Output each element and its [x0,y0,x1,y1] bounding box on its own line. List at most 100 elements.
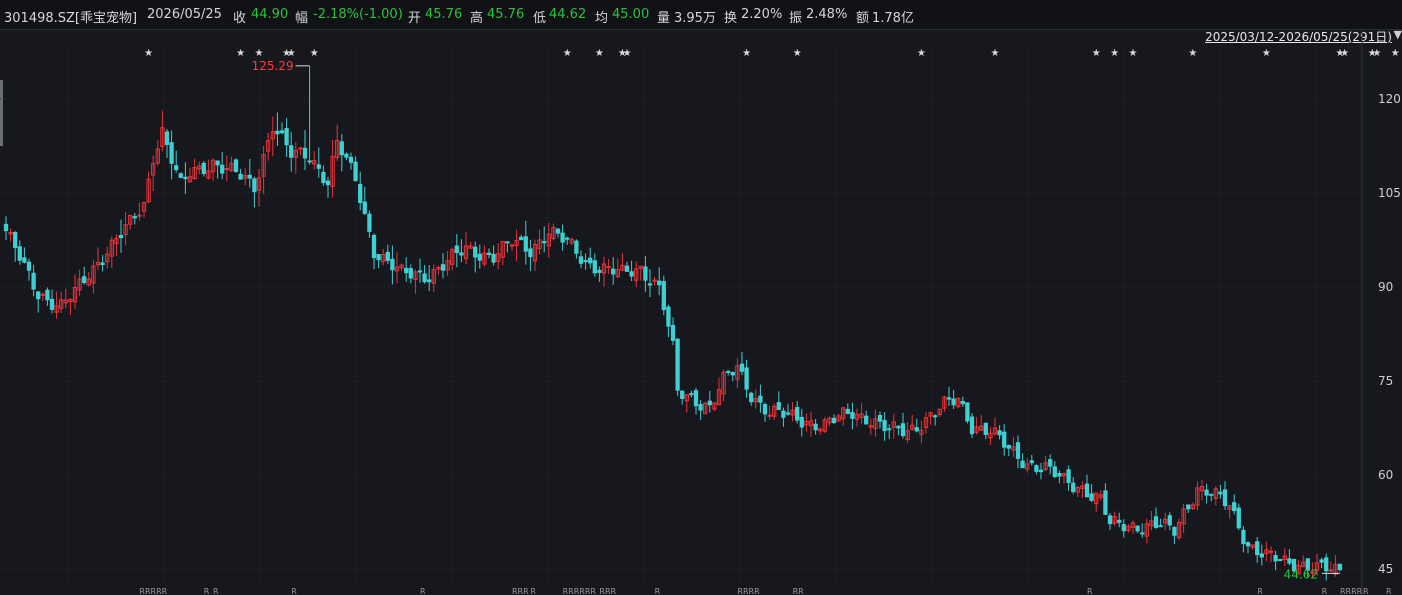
r-marker: RR [793,587,805,595]
candle-body [1186,504,1191,510]
r-marker: R [291,587,297,595]
candle-body [1117,519,1122,523]
candle-body [233,159,239,173]
candle-body [675,338,680,391]
candle-body [477,253,482,261]
candle-body [1020,460,1025,469]
star-marker-icon: ★ [255,48,264,59]
y-tick-label: 60 [1378,468,1393,482]
star-marker-icon: ★ [287,48,296,59]
candle-body [744,367,749,390]
r-marker: R [1386,587,1392,595]
candle-body [698,404,703,411]
candle-body [1135,525,1140,532]
candle-body [1319,559,1324,563]
candle-body [643,266,648,281]
candle-body [1259,553,1264,558]
candle-body [739,363,745,372]
candle-body [560,232,565,243]
candle-body [657,280,662,286]
candle-body [509,244,515,247]
candle-body [174,165,179,171]
star-marker-icon: ★ [991,48,1000,59]
candle-body [565,237,570,240]
candle-body [647,283,653,286]
candle-body [486,252,492,256]
candle-body [597,269,602,273]
candle-body [1034,465,1039,472]
candle-body [505,241,510,244]
candle-body [831,417,837,424]
candle-body [491,253,496,263]
candle-body [164,131,170,145]
star-marker-icon: ★ [1092,48,1101,59]
r-marker: R [213,587,219,595]
candle-body [17,246,22,261]
candle-body [390,258,395,271]
candle-body [799,416,804,428]
candle-body [427,279,432,283]
candle-body [367,213,372,232]
candle-body [215,160,220,166]
candle-body [1236,507,1241,529]
candle-body [689,393,694,396]
candle-body [321,171,326,184]
candle-body [606,266,611,269]
candle-body [983,422,988,435]
candle-body [776,402,781,411]
candle-body [629,271,634,277]
y-tick-label: 120 [1378,92,1401,106]
candle-body [238,173,243,180]
star-marker-icon: ★ [595,48,604,59]
candle-body [1048,459,1053,467]
candle-body [307,160,312,163]
candle-body [454,245,459,253]
candle-body [118,234,124,239]
candle-body [946,397,952,400]
candle-body [1268,550,1274,553]
candle-body [247,174,252,179]
y-tick-label: 105 [1378,186,1401,200]
candle-body [578,256,584,264]
candle-body [795,406,800,421]
candle-body [31,272,36,290]
candle-body [440,264,446,271]
candle-body [707,400,712,406]
candle-body [358,183,363,203]
candle-body [275,130,280,135]
candle-body [408,268,413,279]
star-marker-icon: ★ [1340,48,1349,59]
star-marker-icon: ★ [563,48,572,59]
candle-body [1167,515,1172,526]
min-price-label: 44.62 [1284,567,1318,581]
candle-body [1052,466,1057,477]
candle-body [845,408,850,414]
candle-body [224,168,229,171]
candlestick-chart[interactable]: 45 60 75 90 105 120 125.29 44.62 ★ ★ ★ ★ ★ ★ ★ ★ ★ ★ ★ ★ ★ ★ ★… [0,0,1402,595]
candle-body [666,306,671,327]
candle-body [45,289,50,301]
candle-body [523,236,528,252]
candle-body [252,178,257,193]
candle-body [36,291,41,300]
r-marker: R [655,587,661,595]
candle-body [680,390,685,399]
r-marker: R [1363,587,1369,595]
candle-body [178,173,183,179]
candle-body [1107,515,1113,525]
candle-body [1089,493,1094,501]
r-marker: RRRRR [139,587,167,595]
star-marker-icon: ★ [1129,48,1138,59]
candle-body [693,390,699,407]
candle-body [348,156,354,163]
r-marker: RRRR [1340,587,1363,595]
candle-body [1015,442,1021,459]
candle-body [1255,541,1260,556]
candle-body [1038,469,1044,473]
candle-body [785,412,791,415]
candle-body [1002,431,1007,448]
candle-body [417,270,423,273]
star-marker-icon: ★ [623,48,632,59]
candle-body [583,260,588,263]
star-marker-icon: ★ [1391,48,1400,59]
